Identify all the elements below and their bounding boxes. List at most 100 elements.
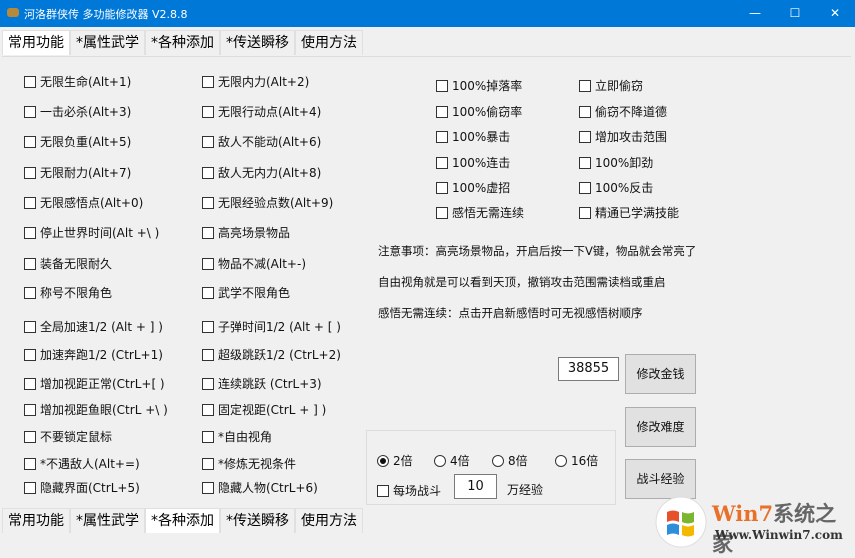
modify-difficulty-button[interactable]: 修改难度 [625,407,696,447]
option-checkbox[interactable]: 精通已学满技能 [579,204,679,221]
option-checkbox[interactable]: 100%连击 [436,154,510,171]
option-checkbox[interactable]: 武学不限角色 [202,284,290,301]
checkbox-label: 无限负重(Alt+5) [40,135,132,149]
option-checkbox[interactable]: 100%掉落率 [436,77,522,94]
checkbox-box [579,79,591,92]
checkbox-box [24,166,36,179]
checkbox-box [24,457,36,470]
option-checkbox[interactable]: 无限耐力(Alt+7) [24,164,131,181]
option-checkbox[interactable]: 全局加速1/2 (Alt + ] ) [24,318,163,335]
option-checkbox[interactable]: 无限内力(Alt+2) [202,73,309,90]
option-checkbox[interactable]: 物品不减(Alt+-) [202,255,306,272]
checkbox-label: 加速奔跑1/2 (CtrL+1) [40,348,163,362]
checkbox-label: 连续跳跃 (CtrL+3) [218,377,322,391]
checkbox-box [24,257,36,270]
tab-teleport[interactable]: *传送瞬移 [220,30,295,55]
checkbox-label: 武学不限角色 [218,286,291,300]
option-checkbox[interactable]: 感悟无需连续 [436,204,524,221]
checkbox-box [202,135,214,148]
radio-circle [555,454,567,467]
option-checkbox[interactable]: 子弹时间1/2 (Alt + [ ) [202,318,341,335]
tab-attributes-bottom[interactable]: *属性武学 [70,508,145,533]
radio-circle [492,454,504,467]
radio-label: 16倍 [571,454,599,468]
checkbox-label: 100%掉落率 [452,79,523,93]
battle-exp-button[interactable]: 战斗经验 [625,459,696,499]
option-checkbox[interactable]: 增加视距正常(CtrL+[ ) [24,375,165,392]
maximize-button[interactable]: ☐ [785,4,805,22]
option-checkbox[interactable]: 无限感悟点(Alt+0) [24,194,143,211]
checkbox-label: 增加视距鱼眼(CtrL +\ ) [40,403,168,417]
minimize-button[interactable]: — [745,4,765,22]
close-button[interactable]: ✕ [825,4,845,22]
option-checkbox[interactable]: 超级跳跃1/2 (CtrL+2) [202,346,341,363]
checkbox-label: 无限耐力(Alt+7) [40,166,132,180]
option-checkbox[interactable]: 隐藏界面(CtrL+5) [24,479,140,496]
option-checkbox[interactable]: 100%暴击 [436,128,510,145]
radio-label: 8倍 [508,454,528,468]
radio-2x[interactable]: 2倍 [377,452,413,469]
option-checkbox[interactable]: 100%虚招 [436,179,510,196]
checkbox-box [24,286,36,299]
tab-attributes[interactable]: *属性武学 [70,30,145,55]
option-checkbox[interactable]: 连续跳跃 (CtrL+3) [202,375,322,392]
option-checkbox[interactable]: 增加攻击范围 [579,128,667,145]
option-checkbox[interactable]: 增加视距鱼眼(CtrL +\ ) [24,401,168,418]
option-checkbox[interactable]: 高亮场景物品 [202,224,290,241]
option-checkbox[interactable]: *不遇敌人(Alt+=) [24,455,140,472]
option-checkbox[interactable]: 不要锁定鼠标 [24,428,112,445]
option-checkbox[interactable]: 无限负重(Alt+5) [24,133,131,150]
tab-teleport-bottom[interactable]: *传送瞬移 [220,508,295,533]
option-checkbox[interactable]: 敌人无内力(Alt+8) [202,164,321,181]
option-checkbox[interactable]: 停止世界时间(Alt +\ ) [24,224,159,241]
checkbox-label: 无限生命(Alt+1) [40,75,132,89]
tab-common[interactable]: 常用功能 [2,30,70,55]
checkbox-label: *修炼无视条件 [218,457,297,471]
window-title: 河洛群侠传 多功能修改器 V2.8.8 [24,8,188,21]
option-checkbox[interactable]: 固定视距(CtrL + ] ) [202,401,326,418]
radio-label: 2倍 [393,454,413,468]
checkbox-label: 称号不限角色 [40,286,113,300]
checkbox-label: 隐藏界面(CtrL+5) [40,481,140,495]
radio-4x[interactable]: 4倍 [434,452,470,469]
tab-add-items-bottom[interactable]: *各种添加 [145,508,220,533]
checkbox-label: 100%虚招 [452,181,511,195]
checkbox-label: 停止世界时间(Alt +\ ) [40,226,160,240]
option-checkbox[interactable]: 无限行动点(Alt+4) [202,103,321,120]
tab-usage[interactable]: 使用方法 [295,30,363,55]
option-checkbox[interactable]: 隐藏人物(CtrL+6) [202,479,318,496]
option-checkbox[interactable]: 立即偷窃 [579,77,643,94]
option-checkbox[interactable]: 100%卸劲 [579,154,653,171]
option-checkbox[interactable]: 一击必杀(Alt+3) [24,103,131,120]
money-input[interactable]: 38855 [558,357,619,381]
checkbox-box [202,377,214,390]
option-checkbox[interactable]: 敌人不能动(Alt+6) [202,133,321,150]
tab-common-bottom[interactable]: 常用功能 [2,508,70,533]
option-checkbox[interactable]: 100%偷窃率 [436,103,522,120]
checkbox-label: 增加攻击范围 [595,130,668,144]
checkbox-box [579,156,591,169]
checkbox-box [377,484,389,497]
option-checkbox[interactable]: *自由视角 [202,428,272,445]
radio-16x[interactable]: 16倍 [555,452,598,469]
option-checkbox[interactable]: 偷窃不降道德 [579,103,667,120]
option-checkbox[interactable]: *修炼无视条件 [202,455,296,472]
checkbox-box [202,257,214,270]
option-checkbox[interactable]: 装备无限耐久 [24,255,112,272]
checkbox-box [579,181,591,194]
radio-8x[interactable]: 8倍 [492,452,528,469]
checkbox-label: 100%偷窃率 [452,105,523,119]
option-checkbox[interactable]: 无限生命(Alt+1) [24,73,131,90]
option-checkbox[interactable]: 称号不限角色 [24,284,112,301]
windows-logo-icon [655,496,707,548]
modify-money-button[interactable]: 修改金钱 [625,354,696,394]
option-checkbox[interactable]: 无限经验点数(Alt+9) [202,194,333,211]
tab-add-items[interactable]: *各种添加 [145,30,220,55]
option-checkbox[interactable]: 100%反击 [579,179,653,196]
option-checkbox[interactable]: 加速奔跑1/2 (CtrL+1) [24,346,163,363]
checkbox-label: 装备无限耐久 [40,257,113,271]
checkbox-label: 精通已学满技能 [595,206,680,220]
tab-usage-bottom[interactable]: 使用方法 [295,508,363,533]
per-battle-checkbox[interactable]: 每场战斗 [377,482,441,499]
exp-input[interactable]: 10 [454,474,497,499]
